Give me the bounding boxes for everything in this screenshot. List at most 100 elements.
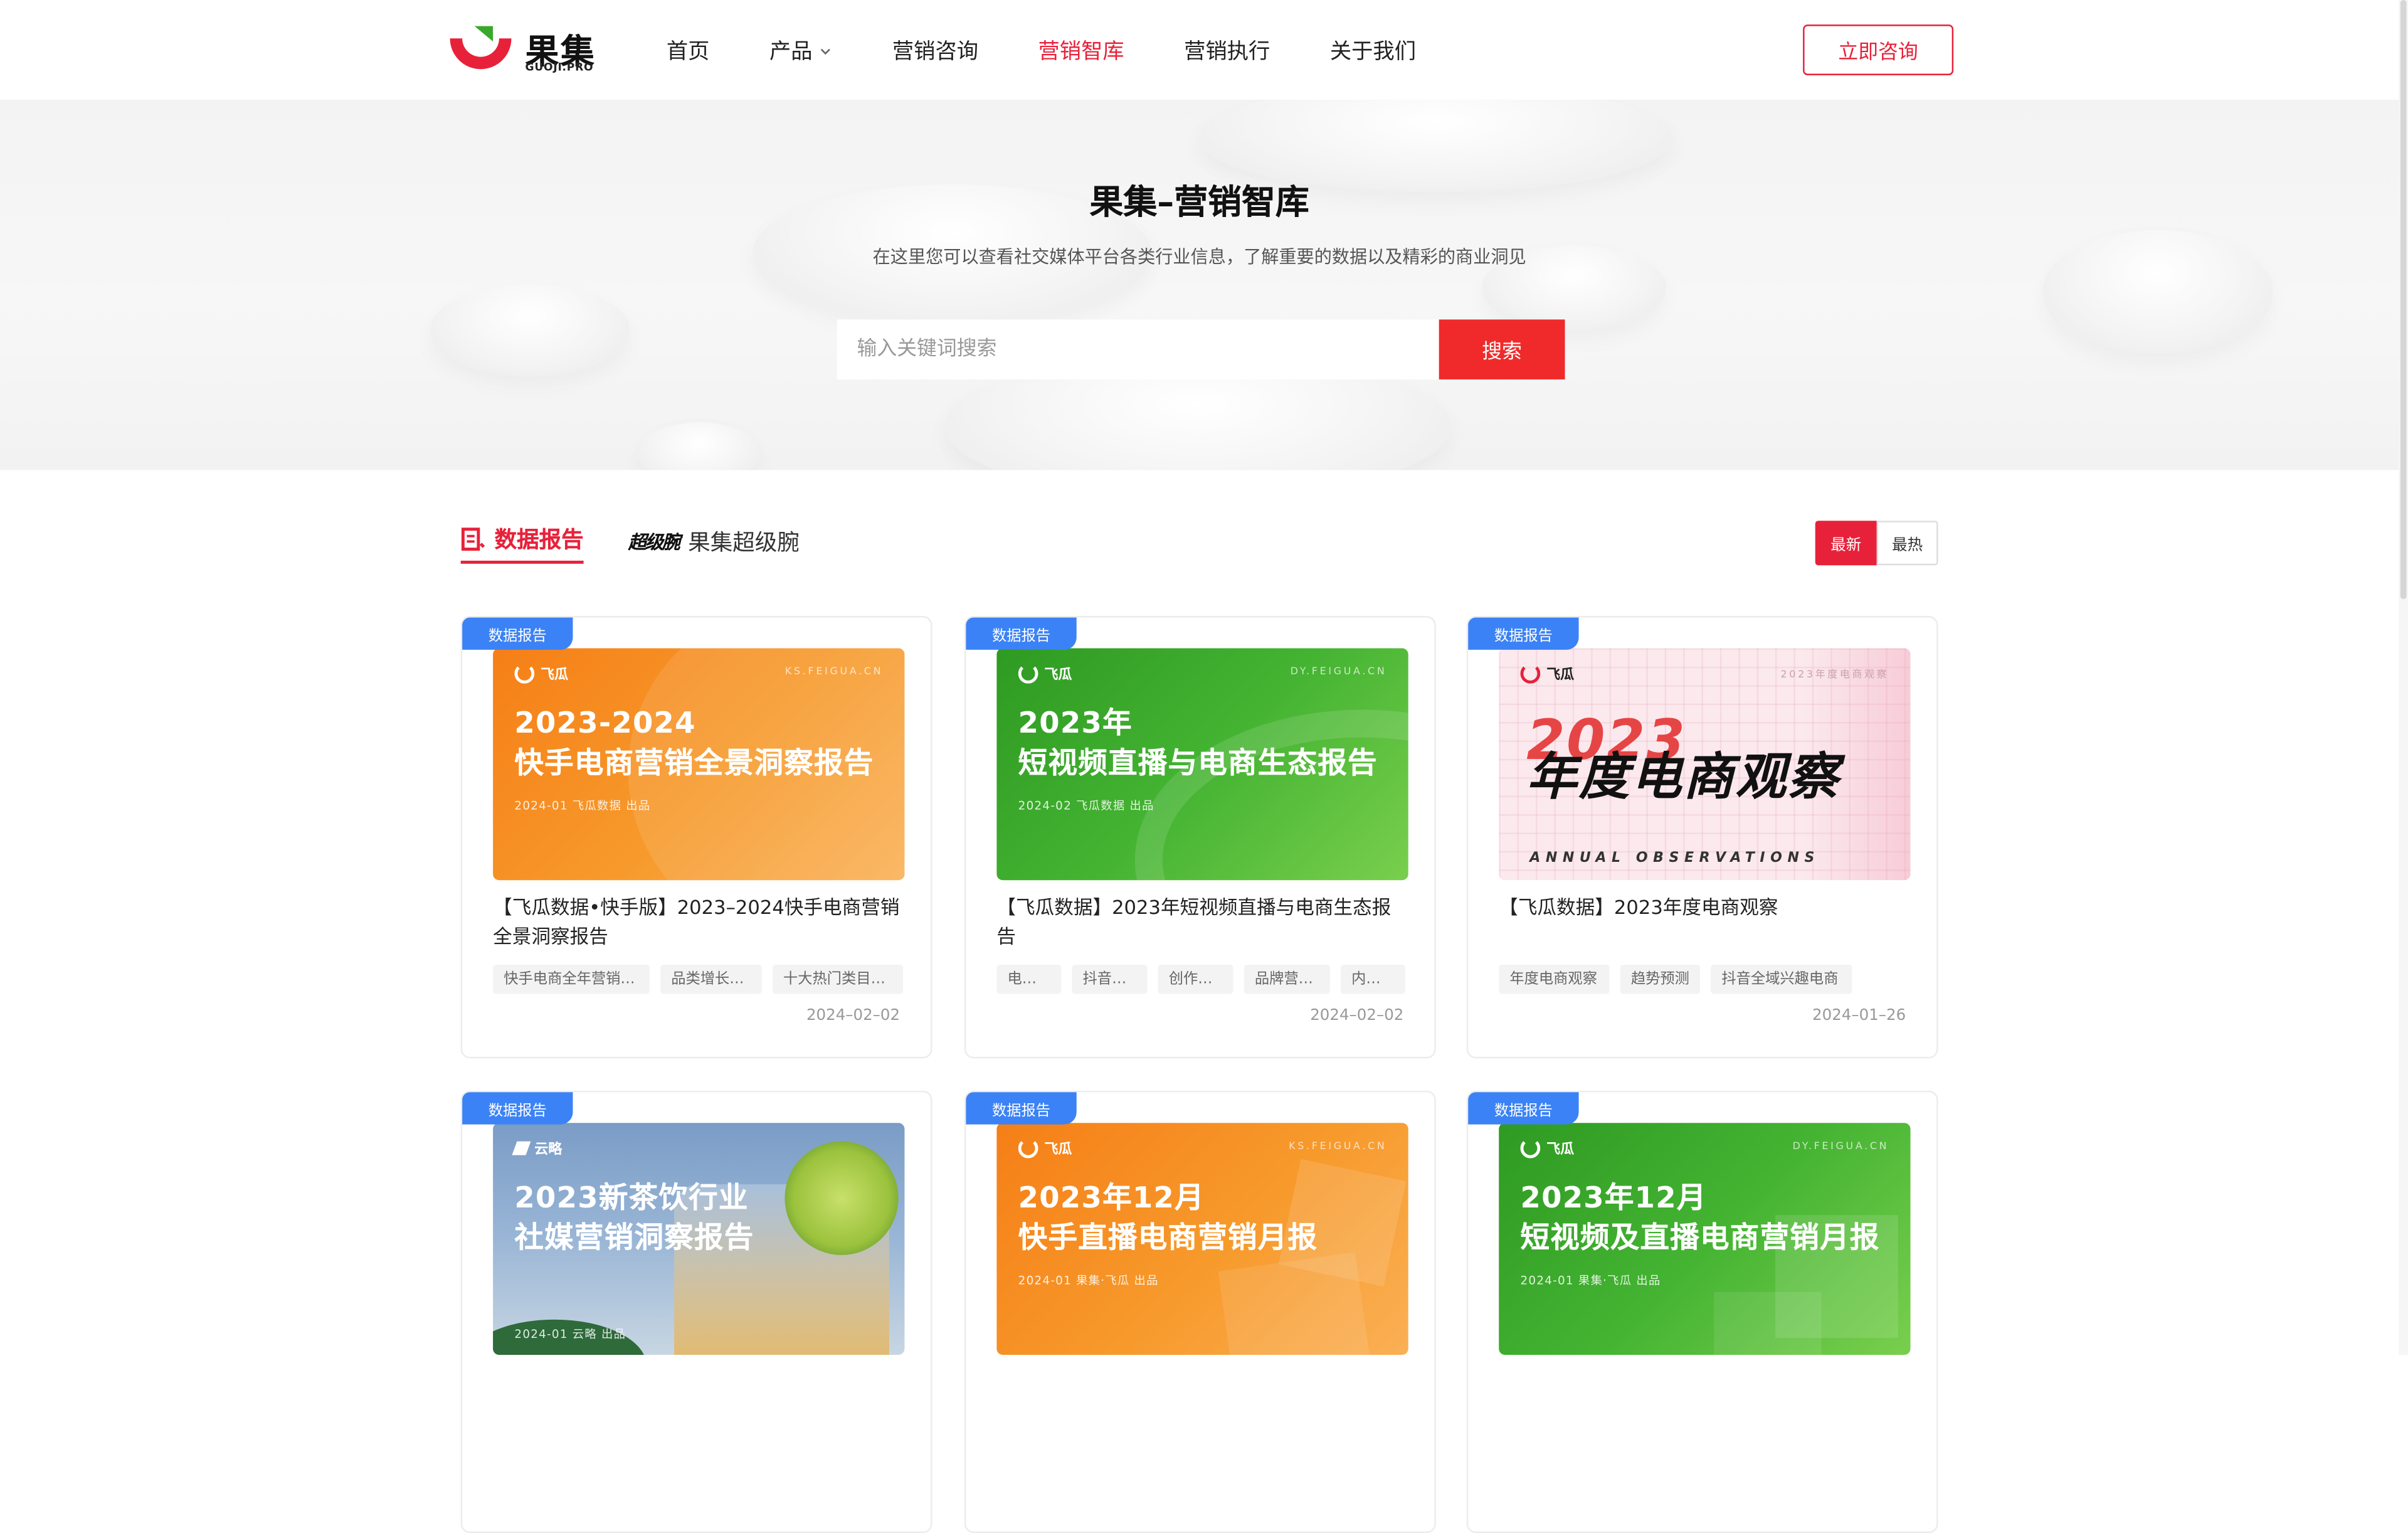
- cover-meta: 2024-02 飞瓜数据 出品: [1018, 798, 1154, 813]
- cover-headline: 2023年12月 短视频及直播电商营销月报: [1521, 1178, 1880, 1258]
- report-card[interactable]: 数据报告 飞瓜 DY.FEIGUA.CN 2023年 短视频直播与电商生态报告 2…: [964, 616, 1436, 1059]
- cover-brand: 飞瓜: [514, 663, 569, 684]
- publish-date: 2024–02–02: [1310, 1007, 1404, 1025]
- report-title[interactable]: 【飞瓜数据】2023年短视频直播与电商生态报告: [996, 894, 1408, 951]
- category-badge: 数据报告: [966, 1092, 1077, 1125]
- cover-line1: 2023年: [1018, 706, 1133, 741]
- guoji-logo-icon: [450, 26, 512, 70]
- cover-line2: 快手电商营销全景洞察报告: [514, 746, 874, 781]
- hero-banner: 果集–营销智库 在这里您可以查看社交媒体平台各类行业信息，了解重要的数据以及精彩…: [0, 100, 2399, 470]
- report-title[interactable]: 【飞瓜数据】2023年度电商观察: [1499, 894, 1910, 922]
- nav-execution-label: 营销执行: [1184, 40, 1270, 65]
- nav-think-tank[interactable]: 营销智库: [1038, 35, 1124, 66]
- cover-domain: KS.FEIGUA.CN: [1289, 1140, 1387, 1152]
- search-input[interactable]: [837, 319, 1439, 379]
- report-cover[interactable]: 飞瓜 KS.FEIGUA.CN 2023年12月 快手直播电商营销月报 2024-…: [996, 1123, 1408, 1355]
- tag[interactable]: 趋势预测: [1620, 964, 1701, 994]
- decor-disc: [430, 284, 630, 377]
- sort-newest-button[interactable]: 最新: [1815, 521, 1877, 566]
- feigua-logo-icon: [1018, 663, 1038, 684]
- cover-line1: 2023年12月: [1018, 1181, 1205, 1216]
- yunlue-logo-icon: [512, 1141, 531, 1155]
- tag[interactable]: 抖音…: [1072, 964, 1148, 994]
- cover-brand-text: 云略: [534, 1143, 562, 1159]
- cover-meta: 2024-01 果集·飞瓜 出品: [1018, 1273, 1159, 1288]
- feigua-logo-icon: [1520, 1138, 1541, 1159]
- report-cover[interactable]: 飞瓜 KS.FEIGUA.CN 2023-2024 快手电商营销全景洞察报告 20…: [493, 648, 905, 881]
- cover-domain: 2023年度电商观察: [1780, 668, 1889, 681]
- cover-headline: 2023年12月 快手直播电商营销月报: [1018, 1178, 1318, 1258]
- nav-consulting-label: 营销咨询: [892, 40, 979, 65]
- report-cover[interactable]: 飞瓜 DY.FEIGUA.CN 2023年 短视频直播与电商生态报告 2024-0…: [996, 648, 1408, 881]
- report-cover[interactable]: 飞瓜 2023年度电商观察 2023 年度电商观察 ANNUAL OBSERVA…: [1499, 648, 1911, 881]
- tag[interactable]: 品类增长…: [660, 964, 762, 994]
- report-card[interactable]: 数据报告 飞瓜 2023年度电商观察 2023 年度电商观察 ANNUAL OB…: [1466, 616, 1938, 1059]
- nav-consulting[interactable]: 营销咨询: [892, 35, 978, 66]
- cover-brand-text: 飞瓜: [1044, 668, 1072, 684]
- cover-line2: 社媒营销洞察报告: [514, 1221, 754, 1255]
- cover-meta: 2024-01 云略 出品: [514, 1327, 626, 1341]
- feigua-logo-icon: [1520, 663, 1541, 684]
- logo[interactable]: 果集 GUOJI.PRO: [447, 23, 601, 78]
- tag[interactable]: 品牌营…: [1244, 964, 1330, 994]
- category-badge: 数据报告: [462, 1092, 573, 1125]
- cover-headline: 2023新茶饮行业 社媒营销洞察报告: [514, 1178, 754, 1258]
- tab-data-reports-label: 数据报告: [494, 528, 584, 553]
- report-cover[interactable]: 云略 2023新茶饮行业 社媒营销洞察报告 2024-01 云略 出品: [493, 1123, 905, 1355]
- category-badge: 数据报告: [966, 617, 1077, 650]
- report-title[interactable]: 【飞瓜数据•快手版】2023–2024快手电商营销全景洞察报告: [493, 894, 904, 951]
- report-icon: [461, 527, 485, 550]
- nav-execution[interactable]: 营销执行: [1184, 35, 1270, 66]
- scrollbar-thumb[interactable]: [2400, 0, 2407, 600]
- report-card[interactable]: 数据报告 飞瓜 KS.FEIGUA.CN 2023-2024 快手电商营销全景洞察…: [460, 616, 932, 1059]
- search-button[interactable]: 搜索: [1439, 319, 1565, 379]
- tag[interactable]: 电…: [996, 964, 1062, 994]
- tag[interactable]: 抖音全域兴趣电商: [1711, 964, 1852, 994]
- logo-subtext: GUOJI.PRO: [525, 61, 594, 74]
- publish-date: 2024–02–02: [806, 1007, 900, 1025]
- main-nav: 首页 产品 营销咨询 营销智库 营销执行 关于我们: [667, 35, 1476, 66]
- decor-disc: [637, 422, 761, 470]
- cover-brand-text: 飞瓜: [1044, 1143, 1072, 1159]
- nav-about[interactable]: 关于我们: [1330, 35, 1416, 66]
- nav-products-label: 产品: [769, 40, 813, 65]
- tag-list: 快手电商全年营销… 品类增长… 十大热门类目…: [493, 964, 904, 994]
- tag[interactable]: 十大热门类目…: [772, 964, 904, 994]
- report-card[interactable]: 数据报告 飞瓜 DY.FEIGUA.CN 2023年12月 短视频及直播电商营销月…: [1466, 1090, 1938, 1533]
- tag[interactable]: 创作…: [1158, 964, 1233, 994]
- report-card[interactable]: 数据报告 云略 2023新茶饮行业 社媒营销洞察报告 2024-01 云略 出品: [460, 1090, 932, 1533]
- cover-line2: 短视频直播与电商生态报告: [1018, 746, 1378, 781]
- tag-list: 电… 抖音… 创作… 品牌营… 内…: [996, 964, 1408, 994]
- nav-home[interactable]: 首页: [667, 35, 710, 66]
- super-wrist-logo: 超级腕: [628, 531, 680, 553]
- cover-domain: KS.FEIGUA.CN: [784, 665, 884, 678]
- tag[interactable]: 年度电商观察: [1499, 964, 1610, 994]
- consult-button[interactable]: 立即咨询: [1803, 24, 1954, 76]
- nav-think-tank-label: 营销智库: [1038, 40, 1124, 65]
- cover-headline: 2023年短视频直播与电商生态报告: [1018, 704, 1378, 783]
- feigua-logo-icon: [514, 663, 535, 684]
- cover-meta: ANNUAL OBSERVATIONS: [1529, 851, 1820, 867]
- cover-brand-text: 飞瓜: [1546, 1143, 1575, 1159]
- report-card[interactable]: 数据报告 飞瓜 KS.FEIGUA.CN 2023年12月 快手直播电商营销月报 …: [964, 1090, 1436, 1533]
- cover-meta: 2024-01 飞瓜数据 出品: [514, 798, 651, 813]
- sort-toggle: 最新 最热: [1815, 521, 1938, 566]
- tab-super-wrist[interactable]: 超级腕 果集超级腕: [628, 526, 800, 558]
- tag[interactable]: 内…: [1340, 964, 1405, 994]
- cover-brand-text: 飞瓜: [541, 668, 569, 684]
- top-header: 果集 GUOJI.PRO 首页 产品 营销咨询 营销智库 营销执行 关于我们 立…: [0, 0, 2399, 100]
- nav-products[interactable]: 产品: [769, 35, 832, 66]
- cover-headline: 2023 年度电商观察: [1526, 714, 1840, 829]
- cover-brand-text: 飞瓜: [1546, 668, 1575, 684]
- tab-data-reports[interactable]: 数据报告: [460, 522, 584, 564]
- chevron-down-icon: [820, 48, 830, 54]
- cover-brand: 飞瓜: [1018, 663, 1072, 684]
- category-badge: 数据报告: [1468, 617, 1579, 650]
- report-cover[interactable]: 飞瓜 DY.FEIGUA.CN 2023年12月 短视频及直播电商营销月报 202…: [1499, 1123, 1911, 1355]
- sort-hottest-button[interactable]: 最热: [1876, 521, 1938, 566]
- tag[interactable]: 快手电商全年营销…: [493, 964, 650, 994]
- tag-list: 年度电商观察 趋势预测 抖音全域兴趣电商: [1499, 964, 1910, 994]
- cover-line1: 2023-2024: [514, 706, 696, 741]
- search-bar: 搜索: [837, 319, 1565, 379]
- category-badge: 数据报告: [462, 617, 573, 650]
